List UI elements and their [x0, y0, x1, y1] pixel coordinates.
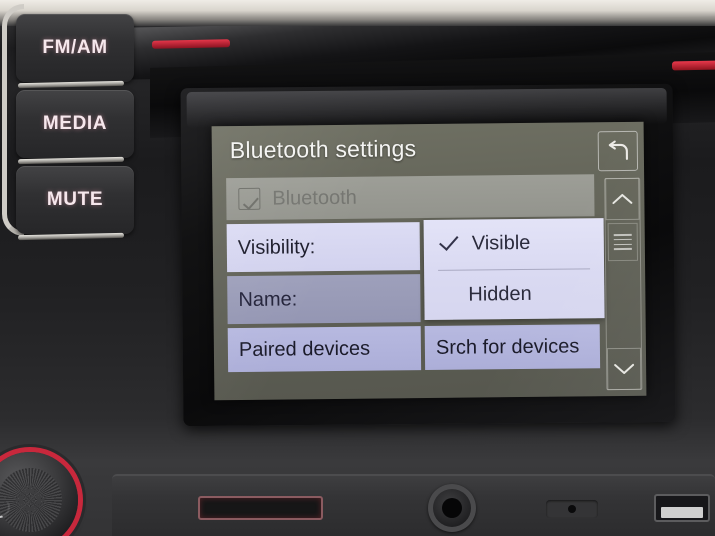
search-for-devices-button[interactable]: Srch for devices: [424, 324, 601, 371]
paired-devices-button[interactable]: Paired devices: [227, 326, 422, 373]
scrollbar[interactable]: [604, 177, 643, 391]
grip-line: [613, 248, 632, 251]
power-icon: [0, 502, 10, 518]
grip-line: [613, 238, 632, 241]
bluetooth-toggle-row[interactable]: Bluetooth: [226, 174, 595, 221]
search-for-devices-label: Srch for devices: [435, 334, 580, 359]
paired-devices-label: Paired devices: [238, 337, 371, 361]
grip-line: [613, 243, 632, 246]
visibility-button[interactable]: Visibility:: [226, 222, 421, 273]
power-volume-knob[interactable]: [0, 452, 78, 536]
infotainment-screen: Bluetooth settings Bluetooth Visibility:: [211, 121, 647, 401]
check-icon: [439, 230, 459, 251]
settings-grid: Visibility: Name: Paired devices Srch fo…: [226, 218, 605, 373]
media-button[interactable]: MEDIA: [16, 90, 134, 158]
visibility-dropdown: Visible Hidden: [423, 218, 605, 321]
page-title: Bluetooth settings: [229, 135, 417, 164]
hard-button-column: FM/AM MEDIA MUTE: [16, 14, 134, 242]
bluetooth-toggle-label: Bluetooth: [272, 186, 357, 210]
name-button[interactable]: Name:: [227, 274, 421, 325]
scroll-down-button[interactable]: [606, 347, 642, 391]
dropdown-option-hidden-label: Hidden: [468, 282, 532, 306]
mute-button[interactable]: MUTE: [16, 166, 134, 234]
scrollbar-thumb[interactable]: [607, 222, 639, 262]
chevron-down-icon: [614, 363, 635, 374]
dashboard-background: FM/AM MEDIA MUTE Bluetooth settings Blue…: [0, 0, 715, 536]
name-button-label: Name:: [238, 287, 298, 311]
accent-strip-right: [671, 60, 715, 71]
fm-am-button[interactable]: FM/AM: [16, 14, 134, 82]
back-button[interactable]: [597, 130, 639, 172]
checkbox-checked-icon: [238, 187, 261, 210]
aux-jack[interactable]: [428, 484, 476, 532]
ports-panel: [112, 474, 715, 536]
screen-title-bar: Bluetooth settings: [212, 122, 645, 179]
visibility-button-label: Visibility:: [237, 235, 316, 259]
scroll-up-button[interactable]: [605, 177, 640, 221]
accent-strip-left: [151, 39, 231, 49]
fm-am-button-label: FM/AM: [42, 37, 108, 58]
mini-slot[interactable]: [546, 500, 598, 518]
screen-content: Bluetooth Visibility: Name: Paired devic…: [226, 174, 605, 396]
dropdown-option-visible[interactable]: Visible: [424, 218, 605, 269]
back-arrow-icon: [608, 140, 628, 160]
media-button-label: MEDIA: [42, 113, 108, 134]
dropdown-option-visible-label: Visible: [471, 231, 531, 255]
chevron-up-icon: [612, 193, 633, 205]
mute-button-label: MUTE: [46, 189, 104, 210]
sd-card-slot[interactable]: [198, 496, 323, 520]
dropdown-option-hidden[interactable]: Hidden: [424, 269, 605, 320]
grip-line: [613, 233, 632, 236]
usb-port[interactable]: [654, 494, 710, 522]
